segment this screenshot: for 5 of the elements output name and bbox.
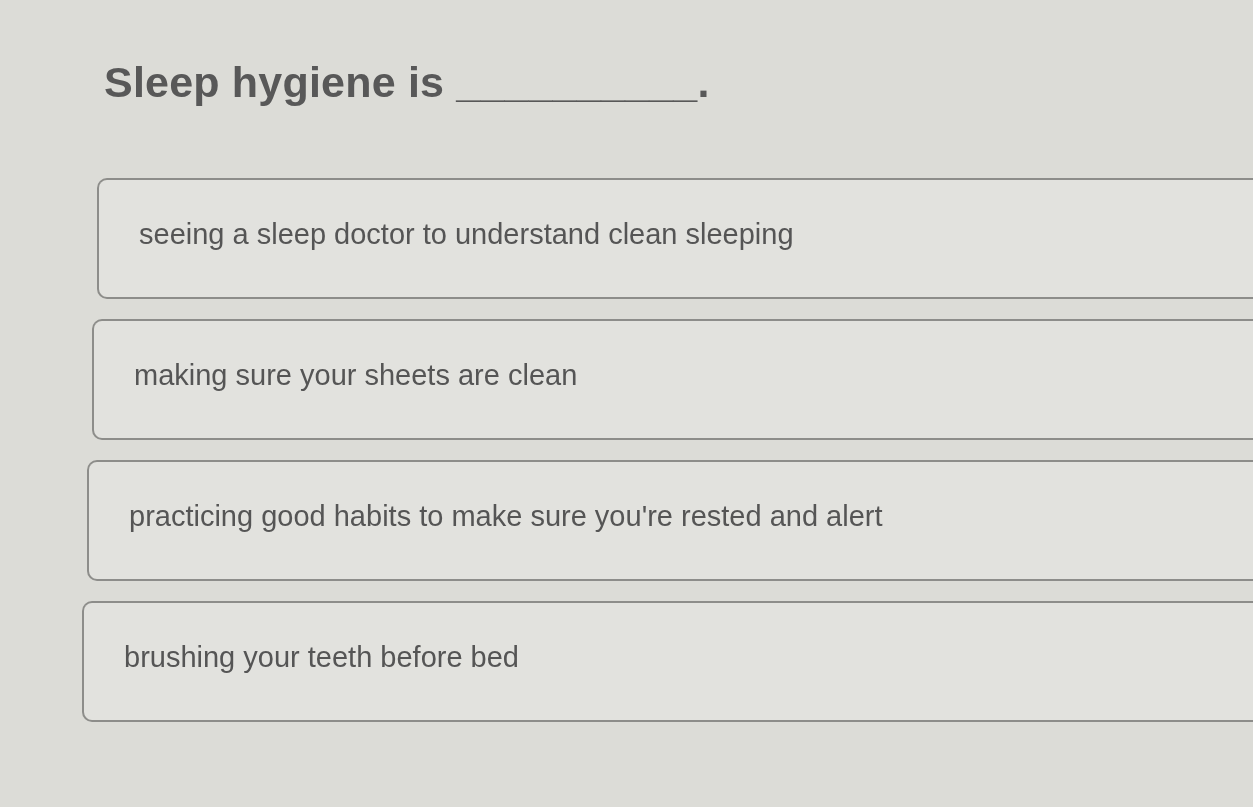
answer-option[interactable]: making sure your sheets are clean: [92, 319, 1253, 440]
answer-option[interactable]: brushing your teeth before bed: [82, 601, 1253, 722]
question-text: Sleep hygiene is __________.: [104, 57, 710, 108]
answer-option[interactable]: practicing good habits to make sure you're rested and alert: [87, 460, 1253, 581]
answer-option[interactable]: seeing a sleep doctor to understand clean sleeping: [97, 178, 1253, 299]
